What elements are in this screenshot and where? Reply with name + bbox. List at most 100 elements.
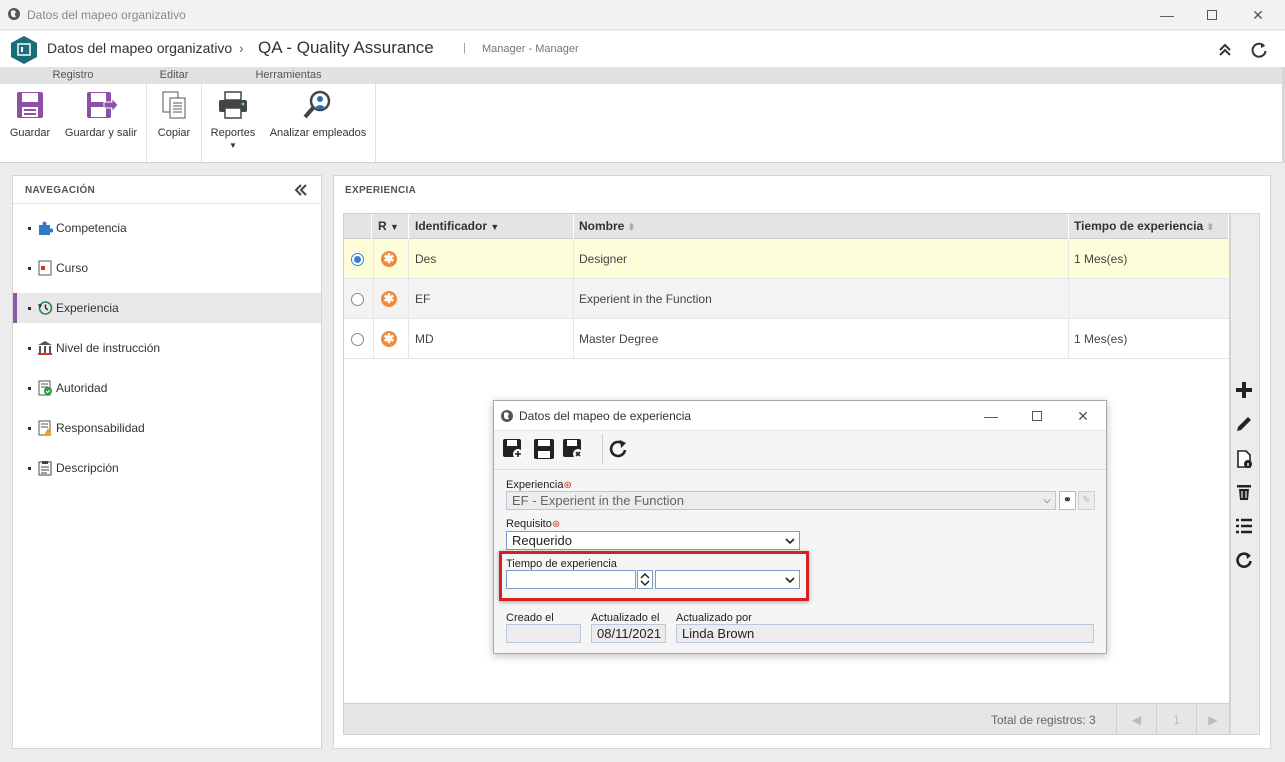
- tiempo-input[interactable]: [506, 570, 636, 589]
- nav-item-experiencia[interactable]: Experiencia: [13, 293, 321, 323]
- dialog-close-button[interactable]: ✕: [1068, 405, 1098, 427]
- refresh-icon: [609, 440, 627, 458]
- breadcrumb-root[interactable]: Datos del mapeo organizativo: [47, 40, 232, 56]
- minimize-button[interactable]: —: [1152, 4, 1182, 26]
- collapse-header-button[interactable]: [1216, 41, 1234, 59]
- toolbar-divider: [602, 434, 603, 464]
- dialog-refresh-button[interactable]: [607, 438, 629, 460]
- delete-button[interactable]: [1232, 480, 1256, 504]
- user-context: Manager - Manager: [482, 43, 579, 55]
- requisito-select[interactable]: Requerido: [506, 531, 800, 550]
- table-row[interactable]: ✱ EF Experient in the Function: [344, 279, 1229, 319]
- cell-identificador: MD: [410, 319, 574, 359]
- tiempo-stepper[interactable]: [637, 570, 653, 589]
- experiencia-label: Experiencia⊛: [506, 479, 572, 491]
- nav-item-label: Descripción: [56, 461, 119, 475]
- nav-item-label: Curso: [56, 261, 89, 275]
- dialog-save-new-button[interactable]: [502, 438, 524, 460]
- grid-footer: Total de registros: 3 ◀ 1 ▶: [344, 703, 1229, 735]
- list-icon: [1236, 518, 1252, 534]
- row-select-radio[interactable]: [351, 333, 364, 346]
- column-tiempo[interactable]: Tiempo de experiencia ⬍: [1069, 214, 1229, 239]
- experiencia-select[interactable]: EF - Experient in the Function ⌵: [506, 491, 1056, 510]
- printer-icon: [219, 91, 247, 119]
- document-info-icon: [1237, 450, 1252, 468]
- creado-label: Creado el: [506, 612, 554, 624]
- copy-icon: [162, 91, 186, 119]
- globe-icon: [501, 410, 513, 422]
- list-view-button[interactable]: [1232, 514, 1256, 538]
- search-experiencia-button[interactable]: ⚭: [1059, 491, 1076, 510]
- actualizado-por-label: Actualizado por: [676, 612, 752, 624]
- requisito-label: Requisito⊛: [506, 518, 561, 530]
- navigation-title: NAVEGACIÓN: [25, 185, 96, 196]
- nav-item-label: Experiencia: [56, 301, 119, 315]
- table-row[interactable]: ✱ Des Designer 1 Mes(es): [344, 239, 1229, 279]
- sort-desc-icon: ▼: [390, 222, 399, 232]
- refresh-icon: [1251, 42, 1267, 58]
- document-info-button[interactable]: [1232, 447, 1256, 471]
- header-bar: Datos del mapeo organizativo › QA - Qual…: [0, 31, 1285, 67]
- save-icon: [17, 92, 43, 118]
- close-icon: ✕: [1077, 407, 1089, 424]
- cell-identificador: EF: [410, 279, 574, 319]
- guardar-y-salir-button[interactable]: Guardar y salir: [60, 89, 142, 159]
- nav-item-competencia[interactable]: Competencia: [13, 213, 321, 243]
- dialog-toolbar: [494, 432, 1106, 470]
- page-number[interactable]: 1: [1156, 704, 1196, 735]
- clear-experiencia-button[interactable]: ✎: [1078, 491, 1095, 510]
- nav-item-descripcion[interactable]: Descripción: [13, 453, 321, 483]
- ribbon-header-filler: [376, 67, 1285, 84]
- chevron-down-icon: [785, 538, 795, 545]
- maximize-icon: [1207, 10, 1217, 20]
- chevron-down-icon: [785, 577, 795, 584]
- experience-title: EXPERIENCIA: [345, 185, 417, 196]
- cell-nombre: Designer: [574, 239, 1069, 279]
- navigation-panel: NAVEGACIÓN Competencia Curso Experiencia…: [12, 175, 322, 749]
- analizar-empleados-button[interactable]: Analizar empleados: [266, 89, 370, 159]
- dialog-maximize-button[interactable]: [1022, 405, 1052, 427]
- stepper-arrows-icon: [640, 572, 650, 587]
- header-divider: |: [463, 42, 466, 54]
- column-r[interactable]: R ▼: [373, 214, 409, 239]
- delete-icon: [1237, 485, 1251, 500]
- cell-nombre: Experient in the Function: [574, 279, 1069, 319]
- nav-item-label: Nivel de instrucción: [56, 341, 161, 355]
- reportes-button[interactable]: Reportes ▼: [206, 89, 260, 159]
- nav-item-responsabilidad[interactable]: Responsabilidad: [13, 413, 321, 443]
- next-page-button[interactable]: ▶: [1196, 704, 1229, 735]
- table-row[interactable]: ✱ MD Master Degree 1 Mes(es): [344, 319, 1229, 359]
- actualizado-label: Actualizado el: [591, 612, 660, 624]
- add-icon: [1236, 382, 1252, 398]
- chevron-left-icon: ◀: [1131, 712, 1142, 727]
- dialog-save-button[interactable]: [533, 438, 555, 460]
- grid-side-toolbar: [1230, 213, 1260, 735]
- grid-refresh-button[interactable]: [1232, 548, 1256, 572]
- maximize-button[interactable]: [1197, 4, 1227, 26]
- header-refresh-button[interactable]: [1249, 40, 1269, 60]
- column-identificador[interactable]: Identificador ▼: [410, 214, 574, 239]
- nav-item-curso[interactable]: Curso: [13, 253, 321, 283]
- dialog-save-close-button[interactable]: [562, 438, 584, 460]
- prev-page-button[interactable]: ◀: [1116, 704, 1156, 735]
- sort-icon: ⬍: [1206, 222, 1215, 232]
- row-select-radio[interactable]: [351, 293, 364, 306]
- double-chevron-up-icon: [1219, 43, 1231, 56]
- edit-button[interactable]: [1232, 412, 1256, 436]
- collapse-navigation-button[interactable]: [293, 182, 309, 198]
- dialog-titlebar: Datos del mapeo de experiencia — ✕: [494, 401, 1106, 431]
- save-icon: [534, 439, 554, 459]
- dialog-minimize-button[interactable]: —: [976, 405, 1006, 427]
- column-nombre[interactable]: Nombre ⬍: [574, 214, 1069, 239]
- close-button[interactable]: ✕: [1243, 4, 1273, 26]
- nav-item-autoridad[interactable]: Autoridad: [13, 373, 321, 403]
- row-select-radio[interactable]: [351, 253, 364, 266]
- ribbon-group-label: Herramientas: [202, 67, 375, 84]
- tiempo-unit-select[interactable]: [655, 570, 800, 589]
- nav-item-nivel-instruccion[interactable]: Nivel de instrucción: [13, 333, 321, 363]
- add-button[interactable]: [1232, 378, 1256, 402]
- copiar-button[interactable]: Copiar: [152, 89, 196, 159]
- binoculars-icon: ⚭: [1063, 495, 1072, 506]
- guardar-button[interactable]: Guardar: [6, 89, 54, 159]
- clipboard-icon: [37, 460, 53, 476]
